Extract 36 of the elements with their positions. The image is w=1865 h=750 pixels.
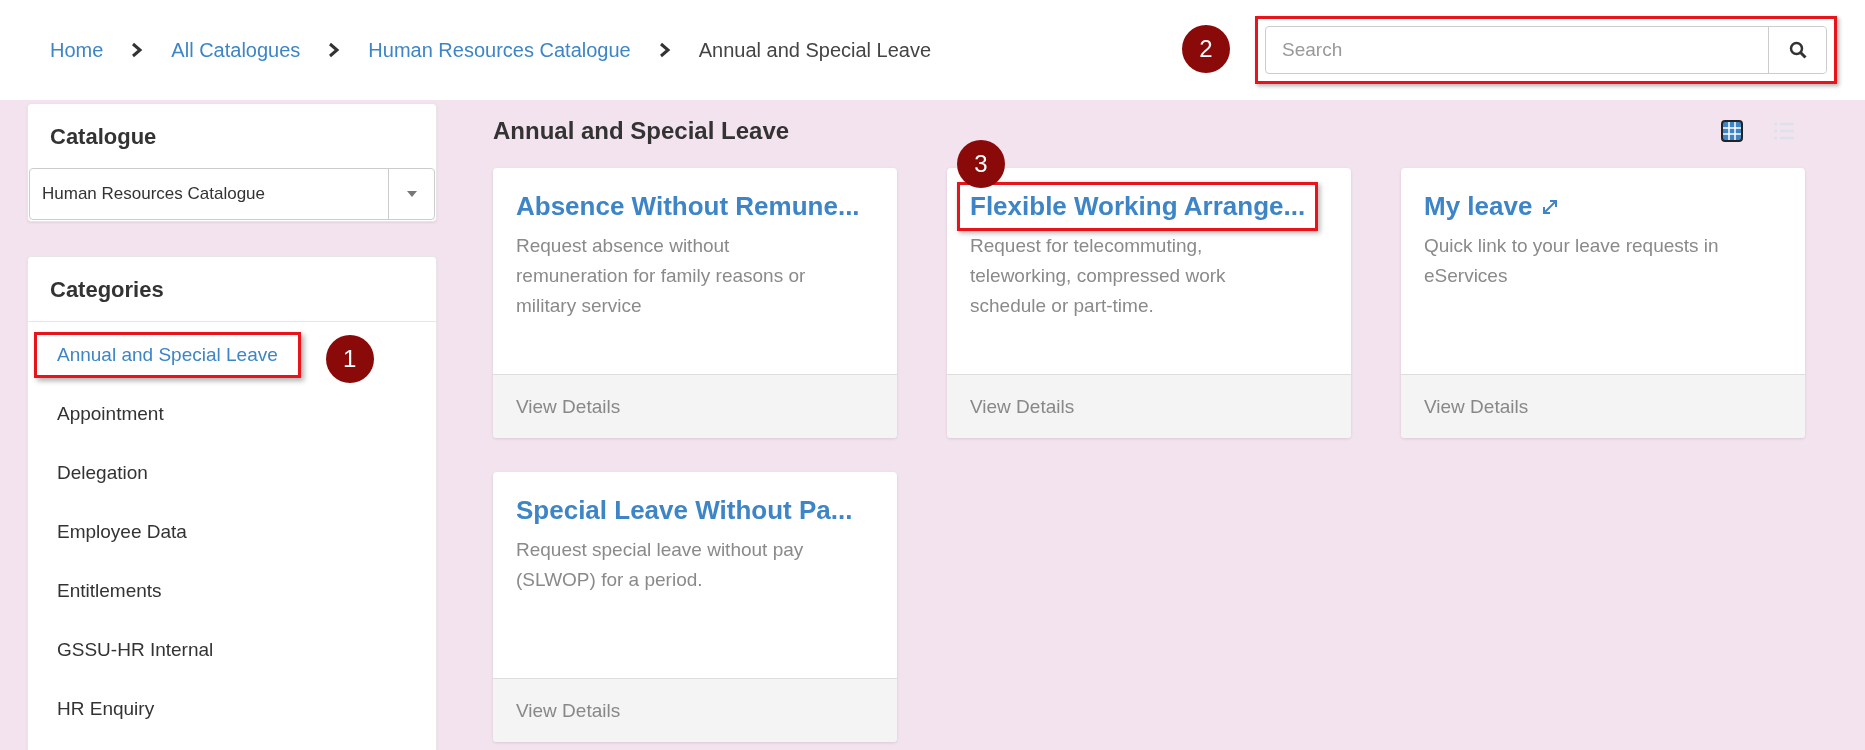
category-item[interactable]: Employee Data	[34, 509, 210, 555]
search-button[interactable]	[1768, 27, 1826, 73]
category-item[interactable]: GSSU-HR Internal	[34, 627, 237, 673]
breadcrumb-link[interactable]: Home	[50, 38, 104, 62]
card-title-link[interactable]: Absence Without Remune...	[503, 182, 873, 231]
card-title-link[interactable]: Flexible Working Arrange...	[957, 182, 1319, 231]
view-details-link[interactable]: View Details	[947, 374, 1351, 438]
catalogue-dropdown[interactable]: Human Resources Catalogue	[29, 168, 435, 220]
card-description: Request absence without remuneration for family reasons or military service	[515, 234, 807, 318]
breadcrumb-link[interactable]: Human Resources Catalogue	[368, 38, 631, 62]
view-details-link[interactable]: View Details	[493, 678, 897, 742]
chevron-right-icon	[328, 42, 341, 58]
callout-number: 3	[957, 140, 1005, 188]
diagonal-arrow-icon	[1542, 198, 1559, 215]
callout-number: 1	[325, 335, 374, 383]
view-details-link[interactable]: View Details	[493, 374, 897, 438]
caret-icon	[406, 191, 417, 197]
card-description: Request for telecommuting, teleworking, compressed work schedule or part-time.	[969, 234, 1227, 318]
category-item[interactable]: Delegation	[34, 450, 171, 496]
card-description: Request special leave without pay (SLWOP) for a period.	[515, 538, 805, 592]
search-icon	[1788, 41, 1807, 59]
card-title-link[interactable]: My leave	[1411, 182, 1572, 231]
category-item[interactable]: Entitlements	[34, 568, 185, 614]
breadcrumb-current: Annual and Special Leave	[698, 38, 932, 62]
page-title: Annual and Special Leave	[493, 117, 790, 145]
chevron-right-icon	[131, 42, 144, 58]
breadcrumb-link[interactable]: All Catalogues	[171, 38, 301, 62]
panel-title: Catalogue	[49, 123, 158, 151]
callout-number: 2	[1182, 25, 1230, 73]
category-item[interactable]: HR Enquiry	[34, 686, 178, 732]
panel-title: Categories	[49, 276, 165, 304]
card-title-link[interactable]: Special Leave Without Pa...	[503, 486, 866, 535]
category-item[interactable]: Appointment	[34, 391, 187, 437]
chevron-right-icon	[658, 42, 671, 58]
view-details-link[interactable]: View Details	[1401, 374, 1805, 438]
card-description: Quick link to your leave requests in eServices	[1423, 234, 1720, 288]
